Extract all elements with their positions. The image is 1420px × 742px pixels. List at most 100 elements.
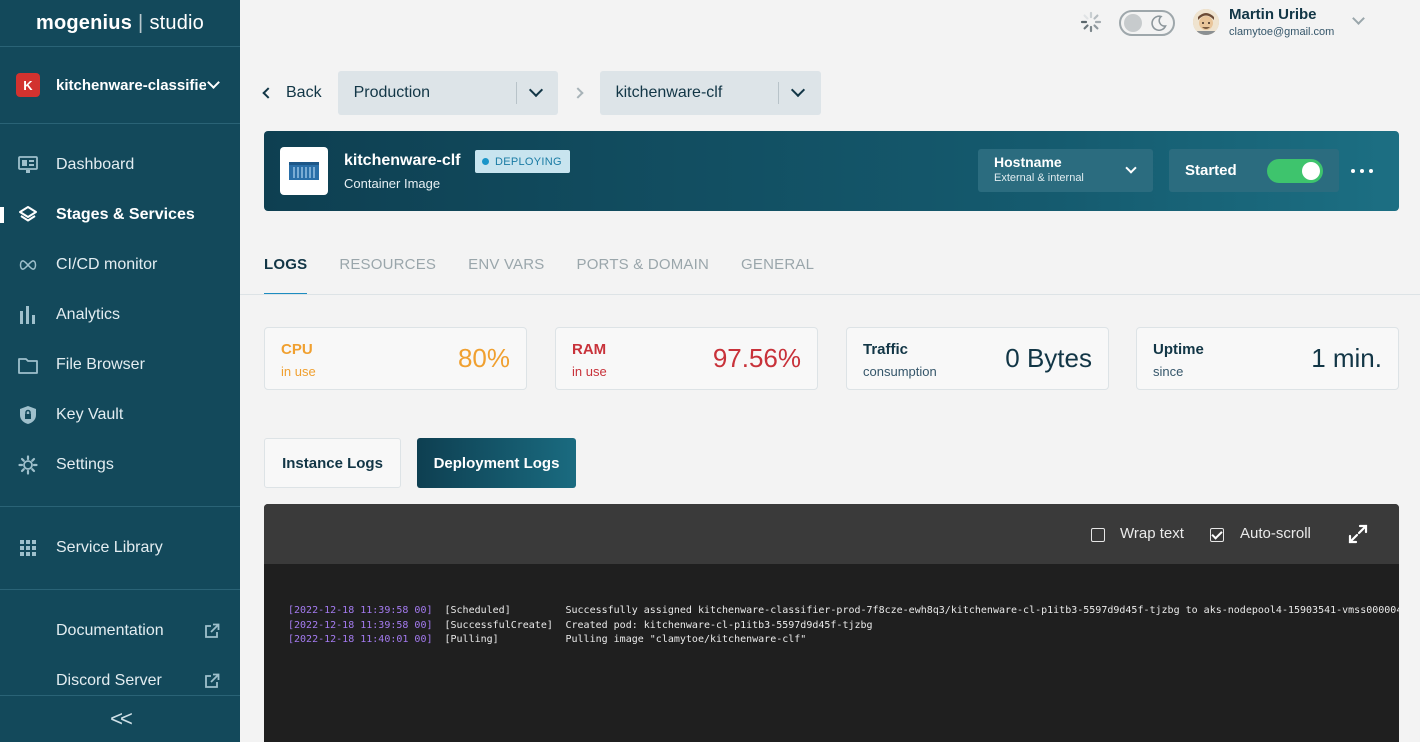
dark-mode-toggle[interactable]: [1119, 10, 1175, 36]
sidebar-item-analytics[interactable]: Analytics: [0, 290, 240, 340]
dashboard-icon: [18, 155, 38, 175]
brand-logo[interactable]: mogenius | studio: [0, 0, 240, 47]
console-toolbar: Wrap text Auto-scroll: [264, 504, 1399, 564]
stat-card-uptime: Uptime since 1 min.: [1136, 327, 1399, 390]
stat-card-traffic: Traffic consumption 0 Bytes: [846, 327, 1109, 390]
sidebar-item-label: Documentation: [56, 622, 164, 639]
infinity-icon: [18, 255, 38, 275]
service-select-value: kitchenware-clf: [615, 84, 723, 101]
log-timestamp: [2022-12-18 11:39:58 00]: [288, 605, 433, 616]
log-timestamp: [2022-12-18 11:39:58 00]: [288, 619, 433, 631]
stat-label: RAM: [572, 341, 607, 358]
fullscreen-icon[interactable]: [1348, 524, 1368, 544]
tab-resources[interactable]: RESOURCES: [339, 245, 436, 295]
double-chevron-left-icon: <<: [110, 706, 133, 731]
project-name: kitchenware-classifier: [56, 76, 206, 94]
top-bar: Martin Uribe clamytoe@gmail.com: [1020, 0, 1420, 45]
wrap-text-checkbox[interactable]: [1091, 528, 1105, 542]
brand-name: mogenius: [35, 11, 133, 34]
service-select[interactable]: kitchenware-clf: [599, 71, 821, 115]
stat-sub: consumption: [863, 364, 937, 379]
stat-card-ram: RAM in use 97.56%: [555, 327, 818, 390]
sidebar-link-docs[interactable]: Documentation: [0, 606, 240, 656]
user-name: Martin Uribe: [1229, 6, 1317, 23]
folder-icon: [18, 355, 38, 375]
user-avatar[interactable]: [1193, 9, 1219, 35]
back-button[interactable]: Back: [262, 84, 322, 102]
log-event: [Scheduled]: [444, 605, 511, 616]
started-control: Started: [1169, 149, 1339, 192]
tabs-divider: [240, 294, 1420, 295]
external-links: Documentation Discord Server: [0, 606, 240, 706]
stat-sub: in use: [572, 364, 607, 379]
sidebar-item-files[interactable]: File Browser: [0, 340, 240, 390]
sidebar-item-label: Stages & Services: [56, 206, 195, 223]
brand-product: studio: [149, 11, 205, 34]
log-lines: [2022-12-18 11:39:58 00] [Scheduled] Succe…: [288, 604, 1399, 648]
sidebar-item-settings[interactable]: Settings: [0, 440, 240, 490]
user-email: clamytoe@gmail.com: [1229, 26, 1335, 38]
tab-env-vars[interactable]: ENV VARS: [468, 245, 544, 295]
sidebar-item-keyvault[interactable]: Key Vault: [0, 390, 240, 440]
chevron-left-icon: [262, 87, 274, 99]
moon-icon: [1151, 15, 1167, 31]
sidebar-item-cicd[interactable]: CI/CD monitor: [0, 240, 240, 290]
dot-icon: [1351, 169, 1355, 173]
sidebar-item-library[interactable]: Service Library: [0, 523, 240, 573]
stat-label: Traffic: [863, 341, 909, 358]
more-options-button[interactable]: [1351, 161, 1373, 181]
instance-logs-button[interactable]: Instance Logs: [264, 438, 401, 488]
project-selector[interactable]: K kitchenware-classifier: [0, 47, 240, 124]
main-content: Martin Uribe clamytoe@gmail.com Back Pro…: [240, 0, 1420, 742]
started-toggle[interactable]: [1267, 159, 1323, 183]
chevron-down-icon: [207, 76, 220, 89]
stat-value: 97.56%: [712, 343, 801, 373]
deployment-logs-button[interactable]: Deployment Logs: [417, 438, 576, 488]
hostname-dropdown[interactable]: Hostname External & internal: [978, 149, 1153, 192]
sidebar: mogenius | studio K kitchenware-classifi…: [0, 0, 240, 742]
gear-icon: [18, 455, 38, 475]
project-badge: K: [16, 73, 40, 97]
sidebar-item-stages[interactable]: Stages & Services: [0, 190, 240, 240]
sidebar-item-label: CI/CD monitor: [56, 256, 158, 273]
chevron-down-icon: [790, 82, 805, 98]
back-label: Back: [286, 84, 322, 101]
container-icon: [280, 147, 328, 195]
loading-spinner-icon: [1080, 11, 1102, 33]
main-nav: Dashboard Stages & Services CI/CD monito…: [0, 140, 240, 490]
toggle-knob: [1302, 162, 1320, 180]
sidebar-item-label: Settings: [56, 456, 114, 473]
tab-general[interactable]: GENERAL: [741, 245, 814, 295]
user-menu-chevron-icon[interactable]: [1352, 12, 1365, 25]
stage-select[interactable]: Production: [337, 71, 558, 115]
sidebar-item-dashboard[interactable]: Dashboard: [0, 140, 240, 190]
dot-icon: [1360, 169, 1364, 173]
started-label: Started: [1185, 162, 1237, 179]
dot-icon: [1369, 169, 1373, 173]
stat-sub: in use: [281, 364, 316, 379]
sidebar-item-label: Discord Server: [56, 672, 162, 689]
auto-scroll-label: Auto-scroll: [1240, 525, 1311, 542]
stage-select-value: Production: [353, 84, 431, 101]
sidebar-item-label: Service Library: [56, 539, 163, 556]
service-header: kitchenware-clf DEPLOYING Container Imag…: [264, 131, 1399, 211]
wrap-text-label: Wrap text: [1120, 525, 1184, 542]
log-message: Created pod: kitchenware-cl-p1itb3-5597d…: [565, 619, 873, 631]
log-line: [2022-12-18 11:39:58 00] [Scheduled] Succe…: [288, 604, 1399, 619]
collapse-sidebar-button[interactable]: <<: [0, 695, 240, 742]
shield-lock-icon: [18, 405, 38, 425]
sidebar-item-label: Key Vault: [56, 406, 124, 423]
auto-scroll-checkbox[interactable]: [1210, 528, 1224, 542]
stat-label: CPU: [281, 341, 313, 358]
chevron-down-icon: [528, 82, 543, 98]
log-console[interactable]: Wrap text Auto-scroll [2022-12-18 11:39:…: [264, 504, 1399, 742]
service-type: Container Image: [344, 176, 441, 191]
tab-ports-domain[interactable]: PORTS & DOMAIN: [576, 245, 709, 295]
stat-sub: since: [1153, 364, 1184, 379]
stat-card-cpu: CPU in use 80%: [264, 327, 527, 390]
tab-logs[interactable]: LOGS: [264, 245, 308, 295]
log-line: [2022-12-18 11:39:58 00] [SuccessfulCreat…: [288, 619, 1399, 634]
external-link-icon: [205, 673, 220, 688]
library-nav: Service Library: [0, 523, 240, 573]
service-tabs: LOGS RESOURCES ENV VARS PORTS & DOMAIN G…: [264, 245, 846, 295]
